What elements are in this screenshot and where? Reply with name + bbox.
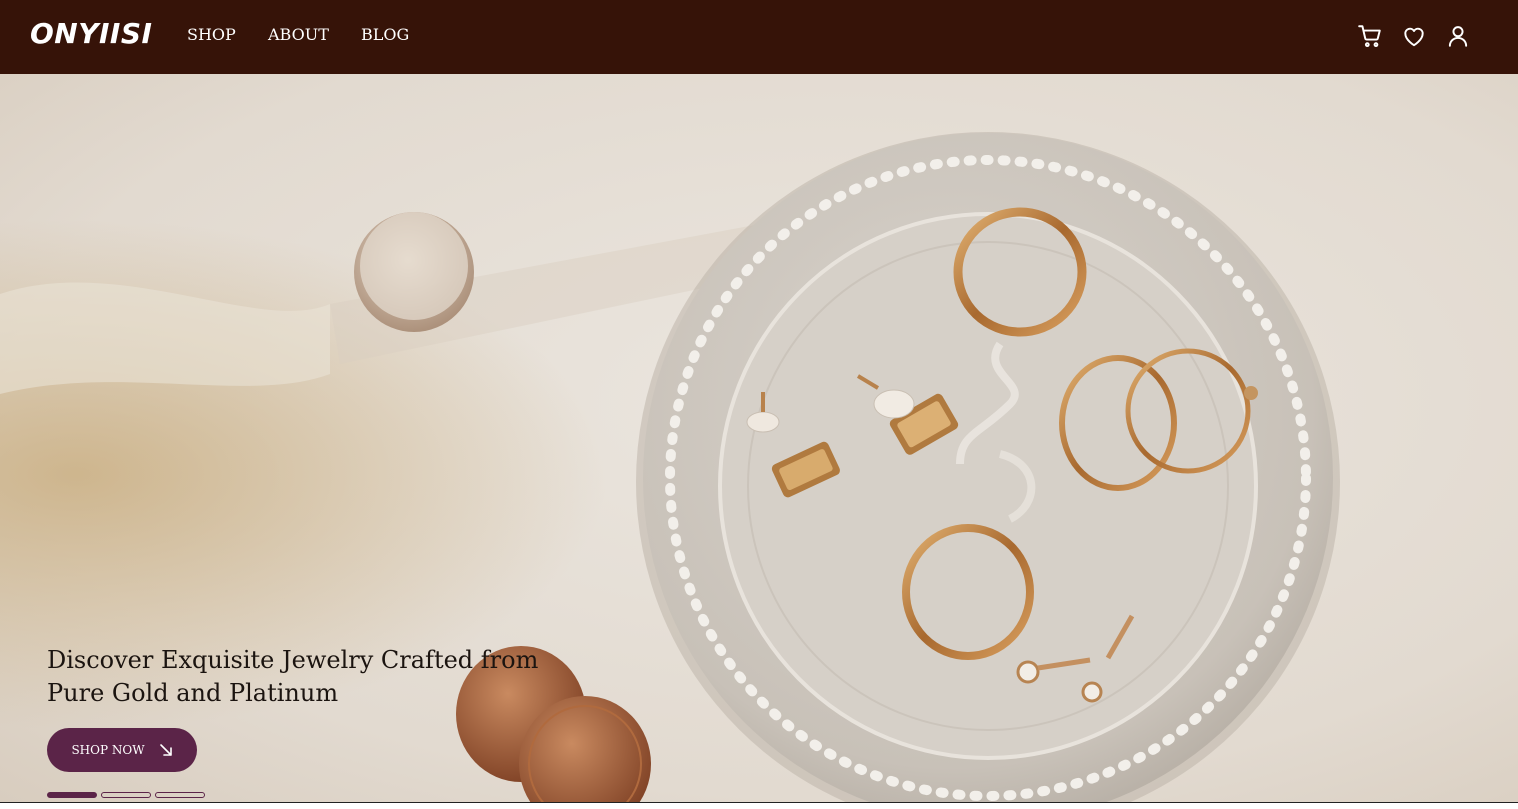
slide-indicator-1[interactable] <box>47 792 97 798</box>
slider-indicators <box>47 792 205 798</box>
cart-icon[interactable] <box>1357 23 1383 49</box>
nav-blog[interactable]: BLOG <box>361 25 409 44</box>
site-header: ONYIISI SHOP ABOUT BLOG <box>0 0 1518 74</box>
hero-banner: Discover Exquisite Jewelry Crafted from … <box>0 74 1518 802</box>
logo[interactable]: ONYIISI <box>30 17 152 50</box>
hero-title: Discover Exquisite Jewelry Crafted from … <box>47 646 539 707</box>
user-icon[interactable] <box>1445 23 1471 49</box>
shop-now-label: SHOP NOW <box>71 743 145 757</box>
slide-indicator-2[interactable] <box>101 792 151 798</box>
nav-shop[interactable]: SHOP <box>187 25 236 44</box>
slide-indicator-3[interactable] <box>155 792 205 798</box>
nav-about[interactable]: ABOUT <box>268 25 329 44</box>
arrow-down-right-icon <box>159 744 172 756</box>
heart-icon[interactable] <box>1401 23 1427 49</box>
shop-now-button[interactable]: SHOP NOW <box>47 728 197 772</box>
